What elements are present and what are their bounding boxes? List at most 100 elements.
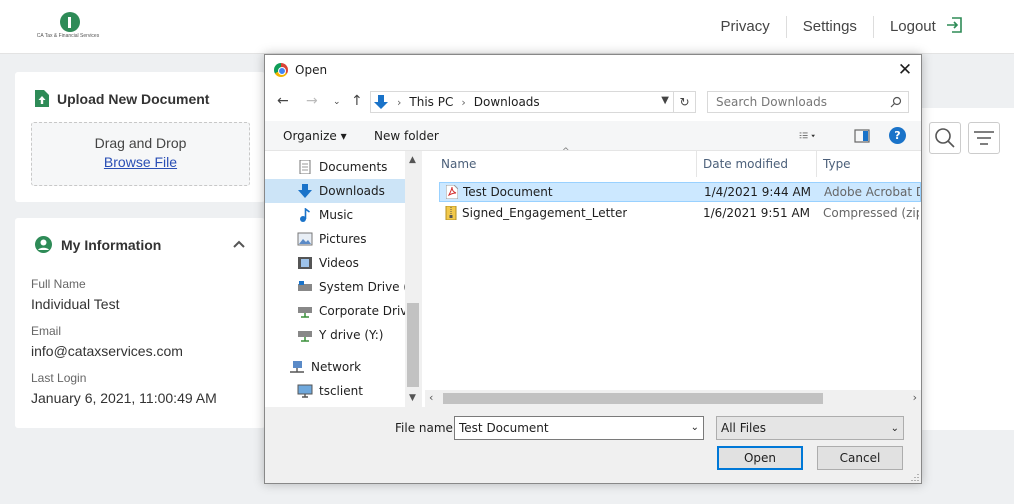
app-header: CA Tax & Financial Services Privacy Sett… [0, 0, 1014, 54]
top-nav: Privacy Settings Logout [705, 16, 980, 38]
last-login-value: January 6, 2021, 11:00:49 AM [31, 390, 217, 406]
path-separator-icon: › [397, 95, 402, 109]
back-arrow-icon[interactable]: ← [277, 93, 289, 109]
dialog-footer: File name: Test Document ⌄ All Files ⌄ O… [265, 407, 921, 483]
nav-logout[interactable]: Logout [872, 16, 980, 38]
zip-icon [445, 206, 457, 220]
documents-icon [299, 160, 311, 174]
navigation-pane: Documents Downloads Music Pictures Video… [265, 151, 423, 407]
search-button[interactable] [929, 122, 961, 154]
nav-music[interactable]: Music [265, 203, 405, 227]
search-icon [935, 128, 955, 148]
full-name-value: Individual Test [31, 296, 120, 312]
column-header-name[interactable]: Name [425, 151, 697, 177]
nav-network[interactable]: Network [265, 355, 405, 379]
nav-privacy[interactable]: Privacy [705, 16, 786, 38]
help-icon[interactable]: ? [889, 127, 906, 144]
logout-icon [947, 17, 962, 33]
address-bar[interactable]: › This PC › Downloads ▼ [370, 91, 674, 113]
path-this-pc[interactable]: This PC [409, 95, 453, 109]
dialog-titlebar[interactable]: Open ✕ [265, 55, 921, 85]
column-header-type[interactable]: Type [817, 151, 921, 177]
nav-pane-scrollbar[interactable]: ▲ ▼ [405, 151, 422, 407]
nav-videos[interactable]: Videos [265, 251, 405, 275]
info-title: My Information [35, 236, 161, 253]
address-dropdown-icon[interactable]: ▼ [661, 95, 669, 106]
path-downloads[interactable]: Downloads [474, 95, 540, 109]
file-row-signed-engagement-letter[interactable]: Signed_Engagement_Letter 1/6/2021 9:51 A… [439, 204, 921, 224]
file-type: Compressed (zipp... [823, 206, 919, 220]
search-downloads-input[interactable]: Search Downloads [707, 91, 909, 113]
cancel-button[interactable]: Cancel [817, 446, 903, 470]
music-icon [300, 208, 310, 222]
column-header-date[interactable]: Date modified [697, 151, 817, 177]
file-date: 1/4/2021 9:44 AM [704, 185, 812, 199]
network-drive-icon [298, 331, 312, 342]
file-name-label: File name: [395, 421, 457, 435]
file-upload-icon [35, 90, 49, 107]
open-file-dialog: Open ✕ ← → ⌄ ↑ › This PC › Downloads ▼ ↻… [264, 54, 922, 484]
nav-label: System Drive (C: [319, 280, 405, 294]
nav-settings[interactable]: Settings [785, 16, 873, 38]
up-arrow-icon[interactable]: ↑ [351, 93, 363, 109]
nav-downloads[interactable]: Downloads [265, 179, 405, 203]
file-name: Test Document [463, 185, 553, 199]
file-name-dropdown-icon[interactable]: ⌄ [691, 417, 699, 439]
close-button[interactable]: ✕ [895, 60, 915, 80]
command-bar: Organize ▾ New folder ? [265, 121, 921, 151]
nav-corporate-drive[interactable]: Corporate Drive [265, 299, 405, 323]
new-folder-button[interactable]: New folder [374, 129, 439, 143]
search-placeholder: Search Downloads [716, 95, 827, 109]
recent-locations-chevron-icon[interactable]: ⌄ [333, 97, 341, 107]
file-row-test-document[interactable]: Test Document 1/4/2021 9:44 AM Adobe Acr… [439, 182, 921, 202]
nav-documents[interactable]: Documents [265, 155, 405, 179]
nav-label: Music [319, 208, 354, 222]
file-name: Signed_Engagement_Letter [462, 206, 628, 220]
file-date: 1/6/2021 9:51 AM [703, 206, 811, 220]
my-information-card: My Information Full Name Individual Test… [15, 218, 265, 428]
network-drive-icon [298, 307, 312, 318]
file-type: Adobe Acrobat D... [824, 185, 920, 199]
scroll-up-icon[interactable]: ▲ [409, 155, 416, 165]
scroll-left-icon[interactable]: ‹ [429, 391, 433, 404]
browse-file-link[interactable]: Browse File [104, 154, 177, 170]
file-list: ^ Name Date modified Type Test Document … [425, 147, 921, 391]
file-list-horizontal-scrollbar[interactable]: ‹ › [425, 390, 921, 407]
nav-system-drive[interactable]: System Drive (C: [265, 275, 405, 299]
documents-panel [920, 108, 1014, 430]
filter-dropdown-icon: ⌄ [890, 423, 899, 434]
filter-button[interactable] [968, 122, 1000, 154]
dialog-title: Open [295, 63, 328, 77]
resize-grip-icon[interactable] [909, 471, 919, 481]
scroll-right-icon[interactable]: › [913, 391, 917, 404]
company-logo[interactable]: CA Tax & Financial Services [33, 12, 103, 44]
drop-zone[interactable]: Drag and Drop Browse File [31, 122, 250, 186]
network-icon [290, 361, 304, 373]
file-type-filter-select[interactable]: All Files ⌄ [716, 416, 904, 440]
nav-tsclient[interactable]: tsclient [265, 379, 405, 403]
logo-text: CA Tax & Financial Services [36, 33, 100, 39]
chevron-up-icon[interactable] [233, 240, 245, 248]
nav-pictures[interactable]: Pictures [265, 227, 405, 251]
nav-label: Corporate Drive [319, 304, 405, 318]
open-button[interactable]: Open [717, 446, 803, 470]
downloads-folder-icon [374, 95, 388, 109]
scroll-down-icon[interactable]: ▼ [409, 393, 416, 403]
refresh-icon[interactable]: ↻ [674, 91, 696, 113]
scrollbar-thumb[interactable] [443, 393, 823, 404]
organize-menu[interactable]: Organize ▾ [283, 129, 347, 143]
preview-pane-icon[interactable] [854, 129, 870, 143]
forward-arrow-icon[interactable]: → [306, 93, 318, 109]
nav-label: tsclient [319, 384, 363, 398]
user-circle-icon [35, 236, 52, 253]
scrollbar-thumb[interactable] [407, 303, 419, 387]
nav-label: Videos [319, 256, 359, 270]
logo-mark [60, 12, 80, 32]
file-name-value: Test Document [459, 421, 549, 435]
nav-y-drive[interactable]: Y drive (Y:) [265, 323, 405, 347]
file-name-input[interactable]: Test Document ⌄ [454, 416, 704, 440]
upload-card: Upload New Document Drag and Drop Browse… [15, 72, 265, 202]
change-view-icon[interactable] [799, 129, 815, 143]
filter-icon [974, 131, 994, 145]
upload-title: Upload New Document [35, 90, 209, 107]
